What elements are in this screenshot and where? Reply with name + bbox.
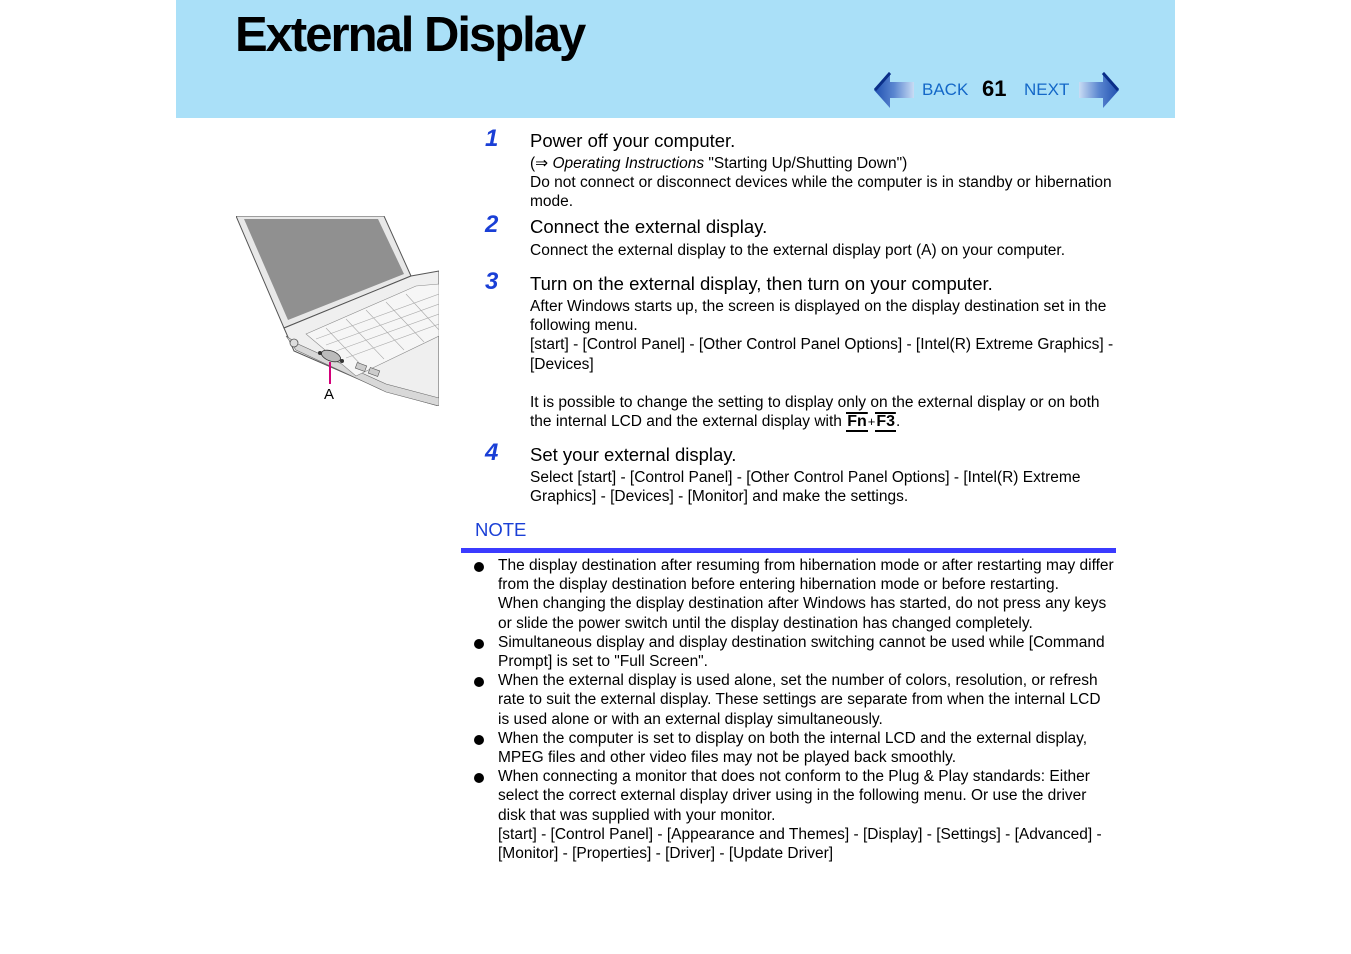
step-title: Connect the external display. bbox=[530, 216, 768, 237]
page-navigation: BACK 61 NEXT bbox=[874, 70, 1119, 110]
step-number: 2 bbox=[485, 211, 499, 238]
step-number: 1 bbox=[485, 125, 499, 152]
step-body: Select [start] - [Control Panel] - [Othe… bbox=[530, 468, 1120, 506]
bullet-icon bbox=[474, 677, 484, 688]
step-text: It is possible to change the setting to … bbox=[530, 393, 1120, 433]
bullet-icon bbox=[474, 773, 484, 784]
step-body: Connect the external display to the exte… bbox=[530, 241, 1130, 260]
step-number: 3 bbox=[485, 268, 499, 295]
note-item: When connecting a monitor that does not … bbox=[474, 767, 1114, 863]
note-divider bbox=[461, 548, 1116, 553]
note-list: The display destination after resuming f… bbox=[474, 556, 1114, 863]
laptop-illustration: A bbox=[236, 216, 439, 406]
menu-path: [start] - [Control Panel] - [Other Contr… bbox=[530, 336, 1114, 373]
step-title: Power off your computer. bbox=[530, 130, 736, 151]
bullet-icon bbox=[474, 638, 484, 649]
note-text: When changing the display destination af… bbox=[498, 595, 1107, 632]
note-text: When connecting a monitor that does not … bbox=[498, 768, 1090, 824]
step-text: Do not connect or disconnect devices whi… bbox=[530, 174, 1112, 211]
note-text: Simultaneous display and display destina… bbox=[498, 633, 1105, 671]
port-label: A bbox=[324, 386, 334, 403]
step-number: 4 bbox=[485, 439, 499, 466]
note-text: When the computer is set to display on b… bbox=[498, 729, 1088, 767]
f3-key-icon: F3 bbox=[875, 412, 897, 433]
sentence-end: . bbox=[896, 413, 901, 431]
reference-arrow-icon: (⇒ bbox=[530, 155, 553, 172]
back-arrow-icon[interactable] bbox=[874, 70, 916, 110]
note-item: The display destination after resuming f… bbox=[474, 556, 1114, 633]
step-reference: (⇒ Operating Instructions "Starting Up/S… bbox=[530, 154, 1130, 173]
note-item: Simultaneous display and display destina… bbox=[474, 633, 1114, 671]
step-text: After Windows starts up, the screen is d… bbox=[530, 298, 1107, 335]
next-link[interactable]: NEXT bbox=[1024, 80, 1069, 100]
page-title: External Display bbox=[235, 8, 586, 62]
step-body: (⇒ Operating Instructions "Starting Up/S… bbox=[530, 154, 1130, 212]
back-link[interactable]: BACK bbox=[922, 80, 968, 100]
reference-doc-title[interactable]: Operating Instructions bbox=[552, 155, 704, 172]
note-item: When the external display is used alone,… bbox=[474, 671, 1114, 729]
fn-key-icon: Fn bbox=[846, 412, 868, 433]
page-header: External Display BACK 61 NEXT bbox=[176, 0, 1175, 118]
note-heading: NOTE bbox=[475, 519, 527, 540]
bullet-icon bbox=[474, 562, 484, 572]
step-body: After Windows starts up, the screen is d… bbox=[530, 297, 1120, 433]
next-arrow-icon[interactable] bbox=[1077, 70, 1119, 110]
bullet-icon bbox=[474, 734, 484, 745]
page-number: 61 bbox=[982, 76, 1007, 101]
step-text: Connect the external display to the exte… bbox=[530, 242, 1066, 259]
reference-section: "Starting Up/Shutting Down") bbox=[704, 155, 908, 172]
note-text: The display destination after resuming f… bbox=[498, 557, 1114, 594]
step-text: Select [start] - [Control Panel] - [Othe… bbox=[530, 469, 1081, 506]
step-title: Set your external display. bbox=[530, 444, 737, 465]
hotkey-text: It is possible to change the setting to … bbox=[530, 393, 1100, 431]
note-text: When the external display is used alone,… bbox=[498, 672, 1101, 728]
key-plus: + bbox=[867, 414, 876, 430]
menu-path: [start] - [Control Panel] - [Appearance … bbox=[498, 825, 1102, 863]
step-title: Turn on the external display, then turn … bbox=[530, 273, 993, 294]
note-item: When the computer is set to display on b… bbox=[474, 729, 1114, 767]
